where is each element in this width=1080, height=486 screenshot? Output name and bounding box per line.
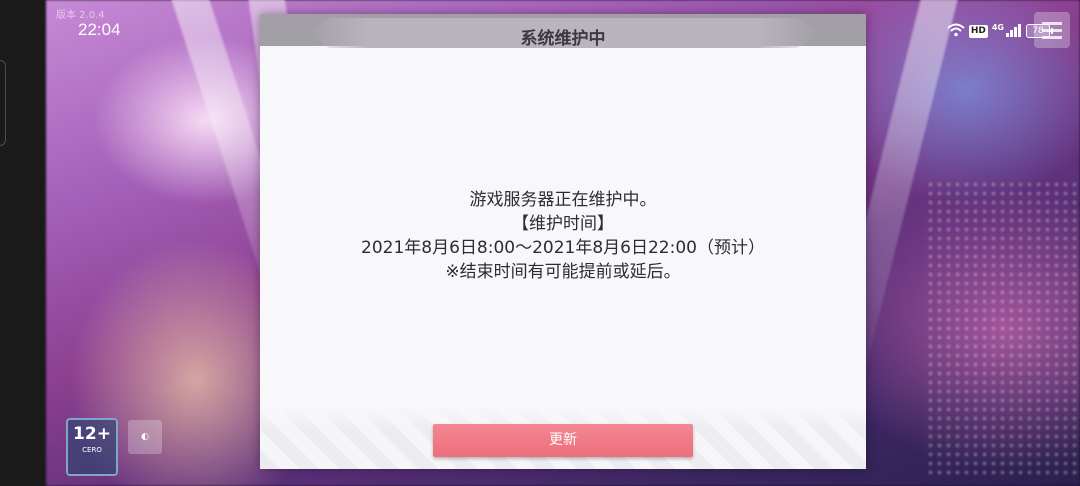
version-label: 版本 2.0.4 xyxy=(56,10,105,21)
message-line: 【维护时间】 xyxy=(512,214,614,234)
stage-lights xyxy=(926,180,1080,480)
dialog-title: 系统维护中 xyxy=(520,29,606,49)
message-line: ※结束时间有可能提前或延后。 xyxy=(445,262,681,282)
menu-icon[interactable] xyxy=(1034,12,1070,48)
letterbox xyxy=(0,0,46,486)
hd-icon: HD xyxy=(968,24,988,38)
screen: 版本 2.0.4 22:04 HD 4G 78 12+ CERO ◐ 系统维护中… xyxy=(0,0,1080,486)
side-handle[interactable] xyxy=(0,60,6,146)
maintenance-dialog: 系统维护中 游戏服务器正在维护中。 【维护时间】 2021年8月6日8:00～2… xyxy=(260,14,866,469)
status-time: 22:04 xyxy=(78,20,121,39)
message-line: 游戏服务器正在维护中。 xyxy=(469,190,657,210)
dialog-message: 游戏服务器正在维护中。 【维护时间】 2021年8月6日8:00～2021年8月… xyxy=(260,188,866,284)
age-rating-value: 12+ xyxy=(73,424,111,444)
signal-icon xyxy=(1006,22,1022,41)
content-descriptor-icon: ◐ xyxy=(128,420,162,454)
wifi-icon xyxy=(947,22,965,41)
update-button[interactable]: 更新 xyxy=(433,424,693,457)
age-rating-badge: 12+ CERO xyxy=(66,418,118,476)
network-label: 4G xyxy=(991,22,1004,32)
age-rating-caption: CERO xyxy=(82,446,102,454)
message-line: 2021年8月6日8:00～2021年8月6日22:00（预计） xyxy=(361,238,765,258)
